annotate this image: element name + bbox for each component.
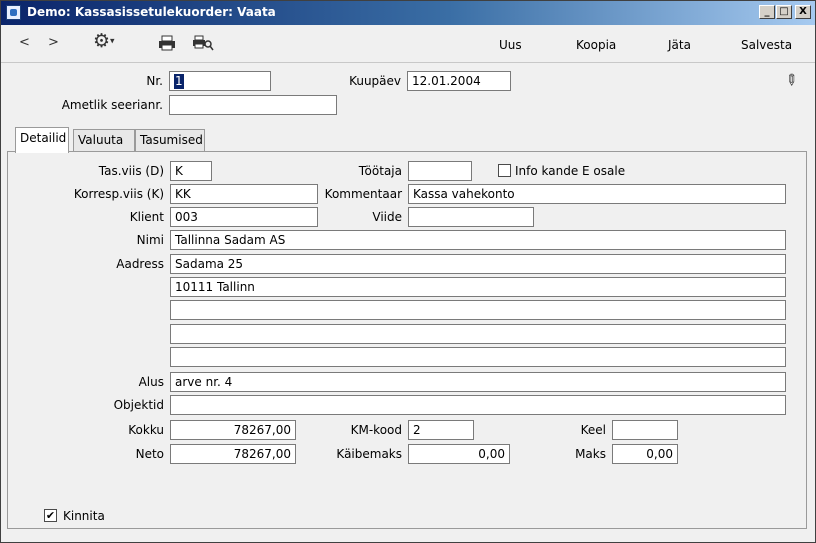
tab-payments[interactable]: Tasumised <box>135 129 205 151</box>
language-field[interactable] <box>612 420 678 440</box>
address-line-5[interactable] <box>170 347 786 367</box>
net-label: Neto <box>135 447 164 461</box>
date-label: Kuupäev <box>349 74 401 88</box>
objects-field[interactable] <box>170 395 786 415</box>
reference-field[interactable] <box>408 207 534 227</box>
tab-details[interactable]: Detailid <box>15 127 69 153</box>
print-preview-icon[interactable] <box>192 35 214 55</box>
forward-button[interactable]: > <box>48 35 59 51</box>
cancel-button[interactable]: Jäta <box>668 38 691 52</box>
pin-icon[interactable]: ✎ <box>780 69 802 91</box>
toolbar: < > ⚙▾ Uus Koopia Jäta Salvesta <box>1 25 815 63</box>
address-line-3[interactable] <box>170 300 786 320</box>
turnover-tax-field[interactable]: 0,00 <box>408 444 510 464</box>
language-label: Keel <box>580 423 606 437</box>
back-button[interactable]: < <box>19 35 30 51</box>
details-panel: Tas.viis (D) K Töötaja Info kande E osal… <box>7 151 807 529</box>
info-checkbox-label: Info kande E osale <box>515 164 626 178</box>
employee-field[interactable] <box>408 161 472 181</box>
new-button[interactable]: Uus <box>499 38 522 52</box>
date-field[interactable]: 12.01.2004 <box>407 71 511 91</box>
net-field[interactable]: 78267,00 <box>170 444 296 464</box>
basis-field[interactable]: arve nr. 4 <box>170 372 786 392</box>
window-title: Demo: Kassasissetulekuorder: Vaata <box>27 5 276 19</box>
official-serial-label: Ametlik seerianr. <box>61 98 163 112</box>
maximize-button[interactable]: □ <box>776 5 792 19</box>
confirm-label: Kinnita <box>63 509 105 523</box>
title-bar: Demo: Kassasissetulekuorder: Vaata _ □ X <box>1 1 815 25</box>
nr-label: Nr. <box>146 74 163 88</box>
close-button[interactable]: X <box>795 5 811 19</box>
total-field[interactable]: 78267,00 <box>170 420 296 440</box>
tax-label: Maks <box>575 447 606 461</box>
tab-currency[interactable]: Valuuta <box>73 129 135 151</box>
info-checkbox[interactable] <box>498 164 511 177</box>
tax-field[interactable]: 0,00 <box>612 444 678 464</box>
official-serial-field[interactable] <box>169 95 337 115</box>
payment-mode-label: Tas.viis (D) <box>98 164 164 178</box>
minimize-button[interactable]: _ <box>759 5 775 19</box>
address-label: Aadress <box>116 257 164 271</box>
reference-label: Viide <box>372 210 402 224</box>
confirm-checkbox[interactable]: ✔ <box>44 509 57 522</box>
client-label: Klient <box>129 210 164 224</box>
gear-icon[interactable]: ⚙▾ <box>93 32 115 50</box>
form-content: ✎ Nr. 1 Kuupäev 12.01.2004 Ametlik seeri… <box>1 63 815 542</box>
app-icon <box>6 5 21 20</box>
save-button[interactable]: Salvesta <box>741 38 792 52</box>
objects-label: Objektid <box>113 398 164 412</box>
total-label: Kokku <box>128 423 164 437</box>
comment-label: Kommentaar <box>324 187 402 201</box>
name-label: Nimi <box>136 233 164 247</box>
basis-label: Alus <box>138 375 164 389</box>
window: Demo: Kassasissetulekuorder: Vaata _ □ X… <box>0 0 816 543</box>
printer-icon[interactable] <box>158 35 176 55</box>
client-field[interactable]: 003 <box>170 207 318 227</box>
nr-field[interactable]: 1 <box>169 71 271 91</box>
employee-label: Töötaja <box>358 164 402 178</box>
vat-code-field[interactable]: 2 <box>408 420 474 440</box>
copy-button[interactable]: Koopia <box>576 38 616 52</box>
payment-mode-field[interactable]: K <box>170 161 212 181</box>
address-line-4[interactable] <box>170 324 786 344</box>
corr-mode-label: Korresp.viis (K) <box>73 187 164 201</box>
corr-mode-field[interactable]: KK <box>170 184 318 204</box>
name-field[interactable]: Tallinna Sadam AS <box>170 230 786 250</box>
vat-code-label: KM-kood <box>350 423 402 437</box>
nr-value: 1 <box>174 74 184 89</box>
turnover-tax-label: Käibemaks <box>336 447 402 461</box>
address-line-1[interactable]: Sadama 25 <box>170 254 786 274</box>
comment-field[interactable]: Kassa vahekonto <box>408 184 786 204</box>
chevron-down-icon: ▾ <box>110 36 115 47</box>
address-line-2[interactable]: 10111 Tallinn <box>170 277 786 297</box>
